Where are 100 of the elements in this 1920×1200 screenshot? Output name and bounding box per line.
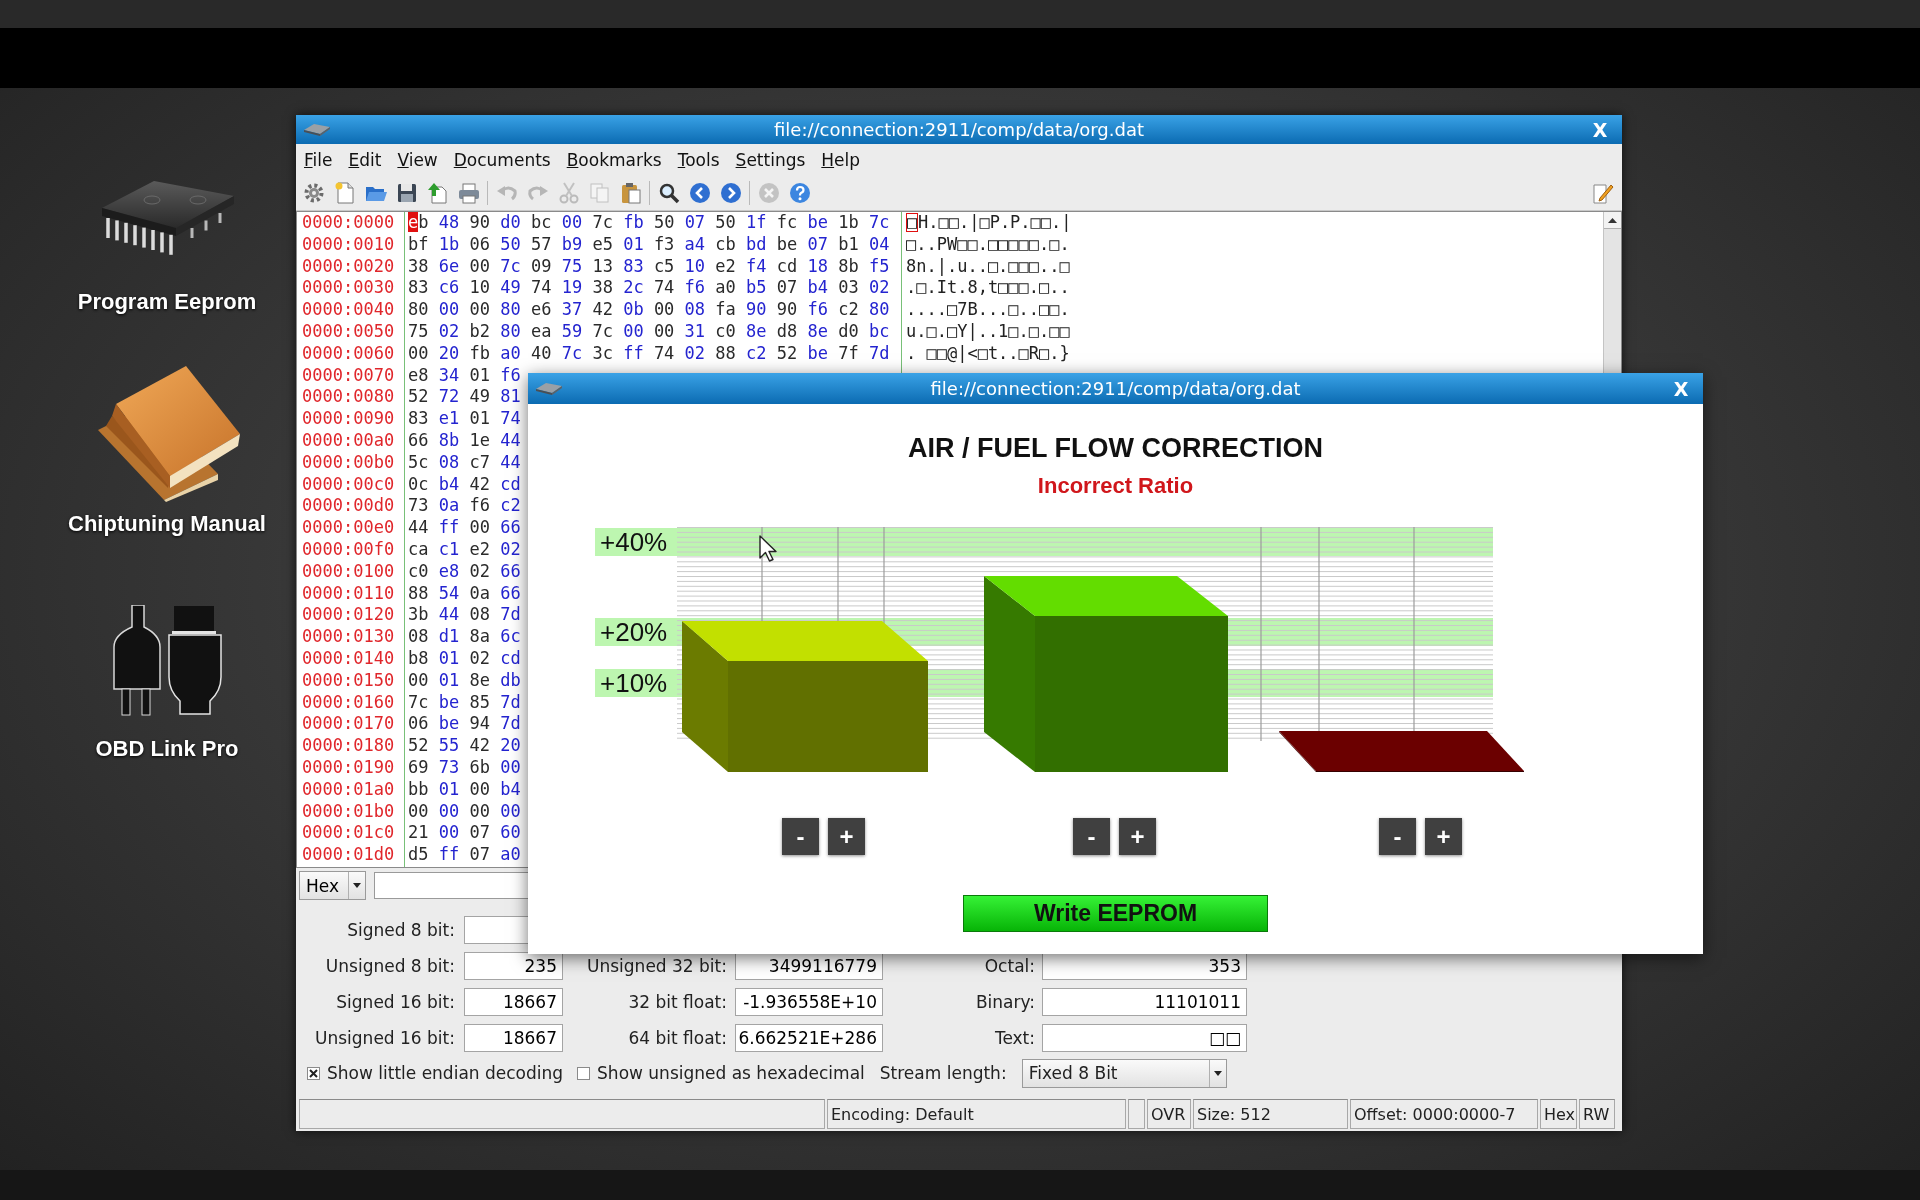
close-button[interactable]: X — [1580, 118, 1620, 141]
clipboard-icon[interactable] — [619, 181, 642, 204]
hex-address: 0000:0040 — [302, 299, 396, 321]
status-text: Hex — [1540, 1099, 1577, 1129]
back-icon[interactable] — [688, 181, 711, 204]
value-field[interactable]: 11101011 — [1042, 988, 1247, 1016]
hex-address: 0000:0120 — [302, 604, 396, 627]
search-icon[interactable] — [657, 181, 680, 204]
value-field[interactable]: 3499116779 — [735, 952, 883, 980]
hex-bytes[interactable]: 83 c6 10 49 74 19 38 2c 74 f6 a0 b5 07 b4 03 02 — [408, 277, 901, 300]
hex-address: 0000:0010 — [302, 233, 396, 256]
hex-address: 0000:0030 — [302, 277, 396, 300]
ascii-text: .□.It.8,t□□□.□.. — [906, 277, 1071, 300]
hex-bytes[interactable]: 80 00 00 80 e6 37 42 0b 00 08 fa 90 90 f6 c2 80 — [408, 299, 901, 321]
increase-button[interactable]: + — [1425, 818, 1462, 855]
plug-icon[interactable] — [112, 605, 222, 716]
hex-address: 0000:0160 — [302, 691, 396, 714]
decrease-button[interactable]: - — [1379, 818, 1416, 855]
drive-icon — [304, 123, 330, 136]
menu-item[interactable]: Tools — [669, 147, 728, 172]
checkbox[interactable] — [307, 1066, 320, 1080]
increase-button[interactable]: + — [828, 818, 865, 855]
hex-bytes[interactable]: 38 6e 00 7c 09 75 13 83 c5 10 e2 f4 cd 18 8b f5 — [408, 255, 901, 278]
value-field[interactable]: 18667 — [464, 988, 563, 1016]
value-field[interactable]: 6.662521E+286 — [735, 1024, 883, 1052]
drive-icon — [536, 382, 562, 395]
menu-item[interactable]: Help — [813, 147, 869, 172]
window-title: file://connection:2911/comp/data/org.dat — [929, 378, 1302, 399]
hex-address: 0000:01d0 — [302, 844, 396, 866]
hex-address: 0000:0000 — [302, 212, 396, 234]
menu-item[interactable]: File — [296, 147, 341, 172]
menu-item[interactable]: Edit — [340, 147, 390, 172]
field-label: Unsigned 32 bit: — [586, 956, 727, 976]
status-text: Encoding: Default — [827, 1099, 1126, 1129]
increase-button[interactable]: + — [1119, 818, 1156, 855]
caret-icon — [353, 883, 361, 888]
value-field[interactable]: 18667 — [464, 1024, 563, 1052]
hex-address: 0000:00b0 — [302, 451, 396, 474]
hex-bytes[interactable]: 75 02 b2 80 ea 59 7c 00 00 31 c0 8e d8 8e d0 bc — [408, 321, 901, 343]
pencil-note-icon[interactable] — [1592, 181, 1614, 204]
hex-address: 0000:0020 — [302, 255, 396, 278]
hex-address: 0000:00c0 — [302, 473, 396, 496]
scale-label: +40% — [600, 527, 668, 557]
status-text: Size: 512 — [1193, 1099, 1348, 1129]
up-arrow-icon — [1608, 217, 1617, 223]
ascii-text: ....□7B...□..□□. — [906, 299, 1071, 321]
hex-address: 0000:0070 — [302, 364, 396, 387]
checkbox-label[interactable]: Show unsigned as hexadecimal — [597, 1063, 865, 1083]
hex-address: 0000:00a0 — [302, 429, 396, 452]
scroll-up-button[interactable] — [1604, 212, 1621, 229]
hex-address: 0000:0130 — [302, 626, 396, 648]
ascii-text: H.□□.|□P.P.□□.| — [918, 212, 1072, 232]
document-arrow-icon[interactable] — [426, 181, 449, 204]
window-title: file://connection:2911/comp/data/org.dat — [773, 119, 1145, 140]
decrease-button[interactable]: - — [782, 818, 819, 855]
menu-item[interactable]: View — [389, 147, 446, 172]
gear-icon[interactable] — [302, 181, 325, 204]
hex-bytes[interactable]: eb 48 90 d0 bc 00 7c fb 50 07 50 1f fc be 1b 7c — [408, 212, 901, 234]
value-field[interactable]: -1.936558E+10 — [735, 988, 883, 1016]
hex-address: 0000:0080 — [302, 386, 396, 409]
icon-label[interactable]: OBD Link Pro — [95, 735, 239, 763]
ascii-text: □..PW□□.□□□□□.□. — [906, 233, 1071, 256]
checkbox-label[interactable]: Show little endian decoding — [327, 1063, 564, 1083]
value-field[interactable]: 235 — [464, 952, 563, 980]
hex-address: 0000:0110 — [302, 582, 396, 605]
close-button[interactable]: X — [1661, 377, 1701, 400]
hex-address: 0000:0090 — [302, 408, 396, 430]
menu-item[interactable]: Documents — [445, 147, 559, 172]
menu-item[interactable]: Settings — [727, 147, 814, 172]
field-label: 64 bit float: — [627, 1028, 727, 1048]
value-field[interactable]: □□ — [1042, 1024, 1247, 1052]
hex-address: 0000:0050 — [302, 321, 396, 343]
printer-icon[interactable] — [457, 181, 480, 204]
hex-bytes[interactable]: bf 1b 06 50 57 b9 e5 01 f3 a4 cb bd be 07 b1 04 — [408, 233, 901, 256]
hex-address: 0000:00f0 — [302, 538, 396, 561]
forward-icon[interactable] — [719, 181, 742, 204]
hex-bytes[interactable]: 00 20 fb a0 40 7c 3c ff 74 02 88 c2 52 be 7f 7d — [408, 342, 901, 365]
checkbox[interactable] — [577, 1066, 591, 1080]
field-label: Signed 16 bit: — [335, 992, 455, 1012]
value-field[interactable]: 353 — [1042, 952, 1247, 980]
status-text: OVR — [1147, 1099, 1191, 1129]
help-icon[interactable] — [788, 181, 811, 204]
menu-item[interactable]: Bookmarks — [558, 147, 670, 172]
stream-length-dropdown[interactable]: Fixed 8 Bit — [1021, 1058, 1227, 1088]
field-label: 32 bit float: — [627, 992, 727, 1012]
icon-label[interactable]: Program Eeprom — [77, 288, 257, 316]
hex-address: 0000:01a0 — [302, 778, 396, 801]
mode-dropdown[interactable]: Hex — [299, 871, 366, 900]
write-eeprom-button[interactable]: Write EEPROM — [963, 895, 1268, 932]
new-document-icon[interactable] — [333, 181, 356, 204]
hex-address: 0000:0100 — [302, 560, 396, 583]
caret-icon — [1213, 1070, 1222, 1076]
decrease-button[interactable]: - — [1073, 818, 1110, 855]
dialog-heading: AIR / FUEL FLOW CORRECTION — [908, 432, 1323, 465]
hex-address: 0000:0170 — [302, 713, 396, 736]
save-icon[interactable] — [395, 181, 418, 204]
chip-icon[interactable] — [100, 178, 234, 258]
status-text: Offset: 0000:0000-7 — [1350, 1099, 1538, 1129]
text-cursor: □ — [906, 213, 918, 232]
icon-label[interactable]: Chiptuning Manual — [68, 510, 266, 538]
